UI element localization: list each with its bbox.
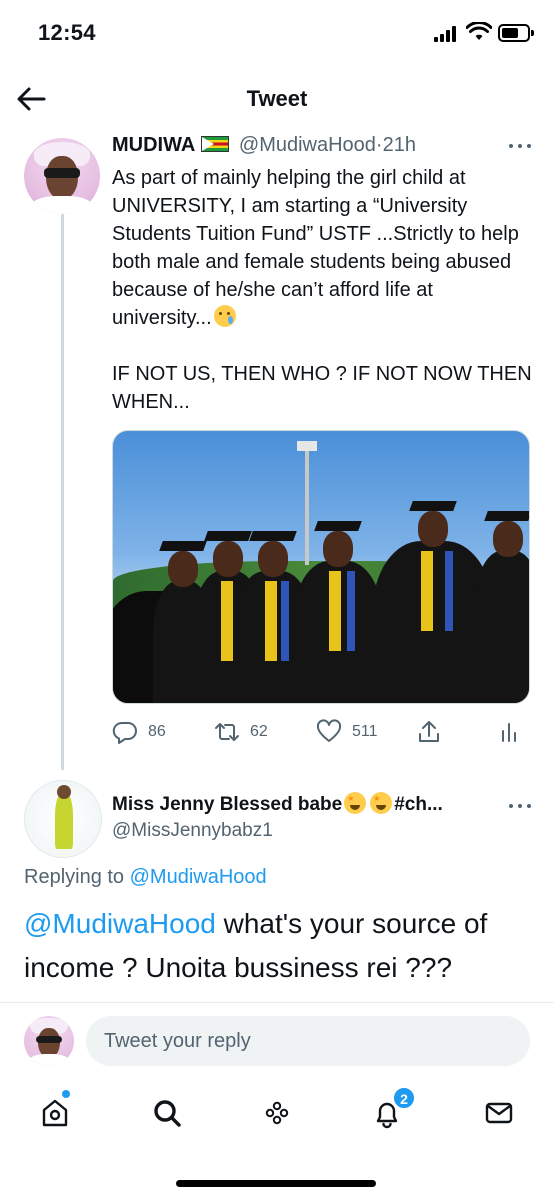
thread-connector-line	[61, 214, 64, 770]
like-count: 511	[352, 723, 378, 740]
reply-author-name: Miss Jenny Blessed babe	[112, 794, 343, 815]
tweet-actions: 86 62 511	[112, 714, 532, 750]
tab-home[interactable]	[38, 1096, 72, 1130]
replying-to-handle-link[interactable]: @MudiwaHood	[130, 866, 267, 888]
battery-icon	[498, 24, 534, 42]
reply-icon	[112, 721, 137, 744]
retweet-icon	[215, 723, 239, 741]
tweet-photo-graduates[interactable]	[112, 430, 530, 704]
tab-messages[interactable]	[482, 1096, 516, 1130]
reply-more-options-icon[interactable]	[505, 796, 535, 816]
search-icon	[154, 1100, 181, 1127]
home-unread-dot	[62, 1090, 70, 1098]
heart-icon	[316, 719, 342, 742]
replying-to: Replying to @MudiwaHood	[24, 866, 267, 889]
reply-author-name-row[interactable]: Miss Jenny Blessed babe #ch...	[112, 792, 443, 816]
star-struck-emoji-icon	[370, 792, 393, 814]
star-struck-emoji-icon	[344, 792, 367, 814]
retweet-count: 62	[250, 723, 268, 740]
author-name[interactable]: MUDIWA	[112, 134, 195, 156]
tweet-text-paragraph: As part of mainly helping the girl child…	[112, 167, 519, 329]
mail-icon	[485, 1102, 513, 1124]
wifi-icon	[466, 22, 492, 40]
author-avatar[interactable]	[24, 138, 100, 214]
tab-spaces[interactable]	[260, 1096, 294, 1130]
cellular-signal-icon	[434, 26, 458, 42]
tweet-text-paragraph: IF NOT US, THEN WHO ? IF NOT NOW THEN WH…	[112, 363, 532, 413]
page-title: Tweet	[246, 86, 308, 111]
reply-count: 86	[148, 723, 166, 740]
analytics-button[interactable]	[496, 714, 532, 750]
like-button[interactable]: 511	[316, 714, 378, 750]
share-button[interactable]	[416, 714, 452, 750]
home-indicator	[176, 1180, 376, 1187]
header: Tweet	[0, 66, 554, 130]
reply-text: @MudiwaHood what's your source of income…	[24, 902, 534, 990]
bottom-tab-bar: 2	[0, 1086, 554, 1146]
tweet-text: As part of mainly helping the girl child…	[112, 164, 532, 416]
tweet-timestamp[interactable]: 21h	[383, 134, 416, 156]
analytics-icon	[502, 723, 516, 742]
reply-input[interactable]: Tweet your reply	[86, 1016, 530, 1066]
current-user-avatar[interactable]	[24, 1016, 74, 1066]
reply-author-handle[interactable]: @MissJennybabz1	[112, 820, 273, 842]
home-icon	[42, 1099, 68, 1127]
reply-author-avatar[interactable]	[24, 780, 102, 858]
tab-search[interactable]	[150, 1096, 184, 1130]
tweet-author-row: MUDIWA @MudiwaHood·21h	[112, 134, 416, 157]
status-time: 12:54	[38, 20, 96, 45]
author-handle[interactable]: @MudiwaHood	[239, 134, 376, 156]
crying-face-emoji-icon	[213, 305, 236, 327]
reply-author-name-suffix: #ch...	[394, 794, 443, 815]
replying-to-label: Replying to	[24, 866, 125, 888]
share-icon	[419, 721, 439, 742]
mention-link[interactable]: @MudiwaHood	[24, 908, 216, 939]
zimbabwe-flag-icon	[201, 136, 230, 152]
spaces-icon	[265, 1101, 289, 1125]
separator-dot: ·	[375, 134, 383, 156]
more-options-icon[interactable]	[505, 136, 535, 156]
retweet-button[interactable]: 62	[214, 714, 268, 750]
status-bar: 12:54	[0, 0, 554, 66]
notifications-badge: 2	[392, 1086, 416, 1110]
divider	[0, 1002, 554, 1003]
reply-button[interactable]: 86	[112, 714, 166, 750]
